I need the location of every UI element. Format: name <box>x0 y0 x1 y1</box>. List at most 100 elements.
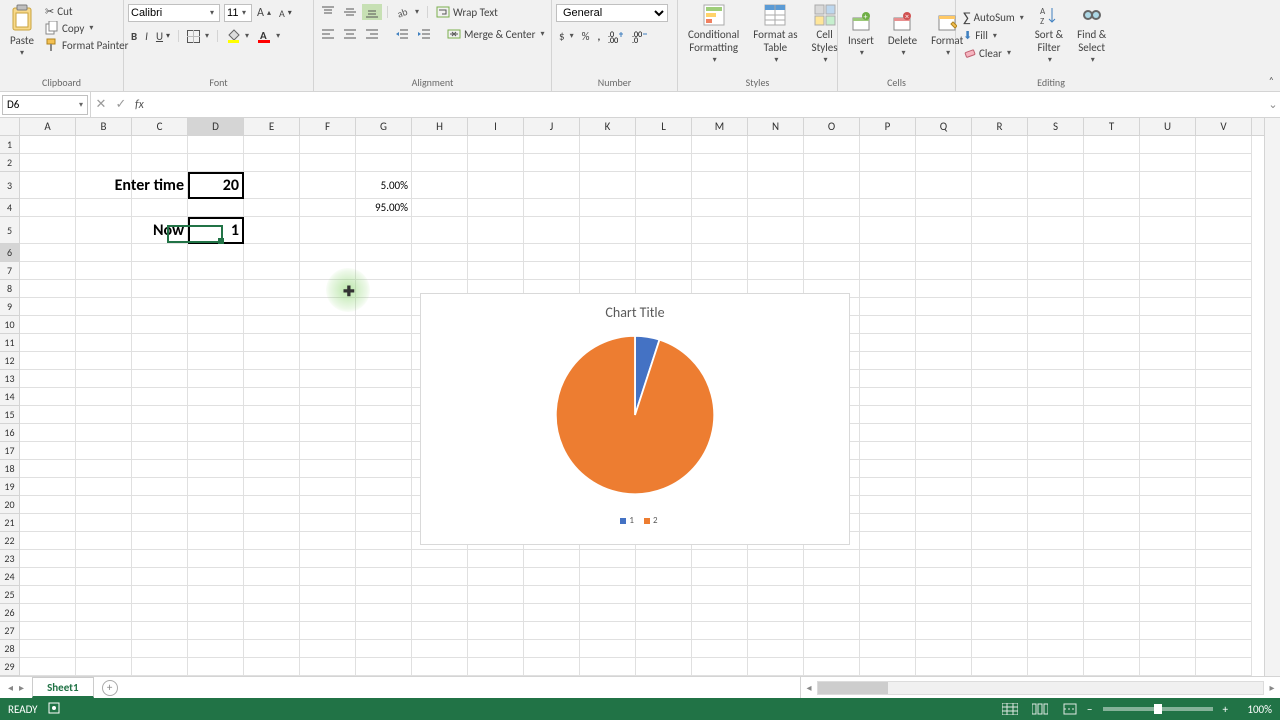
row-header-22[interactable]: 22 <box>0 532 19 550</box>
cell-Q11[interactable] <box>916 334 972 352</box>
tab-nav-next[interactable]: ▸ <box>19 681 24 694</box>
cell-O28[interactable] <box>804 640 860 658</box>
cell-H1[interactable] <box>412 136 468 154</box>
row-header-20[interactable]: 20 <box>0 496 19 514</box>
cell-S22[interactable] <box>1028 532 1084 550</box>
cell-F8[interactable] <box>300 280 356 298</box>
cell-F9[interactable] <box>300 298 356 316</box>
cell-A5[interactable] <box>20 217 76 244</box>
decrease-decimal-button[interactable]: .00.0 <box>629 28 651 44</box>
cell-S19[interactable] <box>1028 478 1084 496</box>
cell-D19[interactable] <box>188 478 244 496</box>
cell-T6[interactable] <box>1084 244 1140 262</box>
cell-J25[interactable] <box>524 586 580 604</box>
column-header-H[interactable]: H <box>412 118 468 135</box>
cell-F5[interactable] <box>300 217 356 244</box>
cell-D1[interactable] <box>188 136 244 154</box>
cell-E1[interactable] <box>244 136 300 154</box>
cell-C4[interactable] <box>132 199 188 217</box>
cell-K26[interactable] <box>580 604 636 622</box>
horizontal-scrollbar[interactable]: ◂ ▸ <box>800 677 1280 698</box>
cell-E21[interactable] <box>244 514 300 532</box>
cell-R21[interactable] <box>972 514 1028 532</box>
cell-B16[interactable] <box>76 424 132 442</box>
cell-T10[interactable] <box>1084 316 1140 334</box>
cell-C22[interactable] <box>132 532 188 550</box>
cell-C13[interactable] <box>132 370 188 388</box>
cell-P9[interactable] <box>860 298 916 316</box>
cell-F13[interactable] <box>300 370 356 388</box>
cell-E8[interactable] <box>244 280 300 298</box>
cell-N24[interactable] <box>748 568 804 586</box>
row-header-19[interactable]: 19 <box>0 478 19 496</box>
cell-F11[interactable] <box>300 334 356 352</box>
cell-L2[interactable] <box>636 154 692 172</box>
cell-R8[interactable] <box>972 280 1028 298</box>
cell-C25[interactable] <box>132 586 188 604</box>
cell-V10[interactable] <box>1196 316 1252 334</box>
cell-V22[interactable] <box>1196 532 1252 550</box>
conditional-formatting-button[interactable]: Conditional Formatting <box>682 2 745 68</box>
cell-Q28[interactable] <box>916 640 972 658</box>
cell-G10[interactable] <box>356 316 412 334</box>
column-header-J[interactable]: J <box>524 118 580 135</box>
cell-V23[interactable] <box>1196 550 1252 568</box>
cell-U3[interactable] <box>1140 172 1196 199</box>
cell-U12[interactable] <box>1140 352 1196 370</box>
cell-S29[interactable] <box>1028 658 1084 676</box>
cell-I3[interactable] <box>468 172 524 199</box>
cell-A24[interactable] <box>20 568 76 586</box>
cell-Q13[interactable] <box>916 370 972 388</box>
cell-O25[interactable] <box>804 586 860 604</box>
accept-formula-button[interactable]: ✓ <box>111 97 131 112</box>
cell-R2[interactable] <box>972 154 1028 172</box>
cell-A29[interactable] <box>20 658 76 676</box>
fx-label[interactable]: fx <box>131 98 148 112</box>
cell-G17[interactable] <box>356 442 412 460</box>
cell-U21[interactable] <box>1140 514 1196 532</box>
cell-A15[interactable] <box>20 406 76 424</box>
cell-I27[interactable] <box>468 622 524 640</box>
cell-Q26[interactable] <box>916 604 972 622</box>
cell-J23[interactable] <box>524 550 580 568</box>
row-header-27[interactable]: 27 <box>0 622 19 640</box>
cell-C17[interactable] <box>132 442 188 460</box>
cell-L29[interactable] <box>636 658 692 676</box>
cell-V8[interactable] <box>1196 280 1252 298</box>
cell-H5[interactable] <box>412 217 468 244</box>
cell-V13[interactable] <box>1196 370 1252 388</box>
align-middle-button[interactable] <box>340 4 360 20</box>
cell-P23[interactable] <box>860 550 916 568</box>
cell-K23[interactable] <box>580 550 636 568</box>
cell-C6[interactable] <box>132 244 188 262</box>
cell-E13[interactable] <box>244 370 300 388</box>
cell-U17[interactable] <box>1140 442 1196 460</box>
cell-M28[interactable] <box>692 640 748 658</box>
cell-P8[interactable] <box>860 280 916 298</box>
cell-E26[interactable] <box>244 604 300 622</box>
cell-K4[interactable] <box>580 199 636 217</box>
cell-B17[interactable] <box>76 442 132 460</box>
cell-H24[interactable] <box>412 568 468 586</box>
cell-D20[interactable] <box>188 496 244 514</box>
cell-M5[interactable] <box>692 217 748 244</box>
cell-C18[interactable] <box>132 460 188 478</box>
cell-A25[interactable] <box>20 586 76 604</box>
cell-G6[interactable] <box>356 244 412 262</box>
cell-O4[interactable] <box>804 199 860 217</box>
cell-G3[interactable]: 5.00% <box>356 172 412 199</box>
cell-D16[interactable] <box>188 424 244 442</box>
cell-E7[interactable] <box>244 262 300 280</box>
row-header-9[interactable]: 9 <box>0 298 19 316</box>
row-header-1[interactable]: 1 <box>0 136 19 154</box>
cell-D15[interactable] <box>188 406 244 424</box>
cell-Q2[interactable] <box>916 154 972 172</box>
cell-S4[interactable] <box>1028 199 1084 217</box>
cell-B10[interactable] <box>76 316 132 334</box>
cell-T29[interactable] <box>1084 658 1140 676</box>
hscroll-right[interactable]: ▸ <box>1264 681 1280 694</box>
cell-B5[interactable] <box>76 217 132 244</box>
cell-R16[interactable] <box>972 424 1028 442</box>
cell-R3[interactable] <box>972 172 1028 199</box>
cell-S6[interactable] <box>1028 244 1084 262</box>
